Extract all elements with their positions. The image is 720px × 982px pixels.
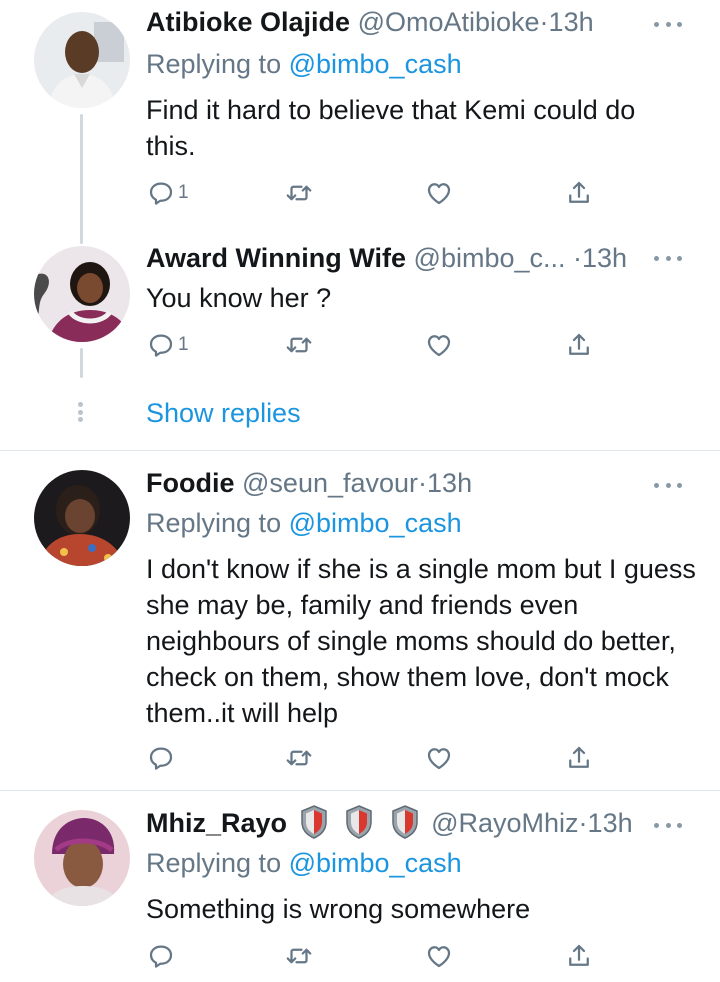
mention-link[interactable]: @bimbo_cash — [289, 848, 462, 878]
tweet-text: I don't know if she is a single mom but … — [146, 554, 696, 728]
more-dots-icon[interactable] — [652, 475, 684, 495]
replying-prefix: Replying to — [146, 848, 282, 878]
reply-button[interactable]: 1 — [146, 328, 189, 362]
user-handle[interactable]: @seun_favour — [242, 468, 418, 498]
share-button[interactable] — [564, 176, 594, 210]
avatar[interactable] — [34, 246, 130, 342]
tweet-actions — [146, 741, 606, 775]
more-dots-icon[interactable] — [652, 14, 684, 34]
tweet[interactable]: Mhiz_Rayo @RayoMhiz·13h Replying to @bim… — [0, 791, 720, 982]
user-handle[interactable]: @RayoMhiz — [431, 808, 578, 838]
display-name[interactable]: Foodie — [146, 468, 235, 498]
tweet-text: Something is wrong somewhere — [146, 894, 531, 924]
retweet-button[interactable] — [284, 939, 314, 973]
avatar-image — [34, 810, 130, 906]
heart-icon — [427, 335, 451, 357]
timestamp[interactable]: 13h — [427, 468, 472, 498]
tweet-header: Mhiz_Rayo @RayoMhiz·13h — [146, 805, 660, 841]
show-replies-link[interactable]: Show replies — [146, 396, 301, 430]
heart-icon — [427, 183, 451, 205]
share-button[interactable] — [564, 741, 594, 775]
mention-link[interactable]: @bimbo_cash — [289, 49, 462, 79]
reply-button[interactable] — [146, 939, 178, 973]
thread-gap-dots — [78, 402, 84, 422]
replying-to: Replying to @bimbo_cash — [146, 46, 462, 82]
share-button[interactable] — [564, 939, 594, 973]
display-name[interactable]: Mhiz_Rayo — [146, 808, 287, 838]
share-icon — [569, 181, 589, 203]
separator-dot: · — [539, 7, 549, 37]
more-dots-icon[interactable] — [652, 815, 684, 835]
like-button[interactable] — [424, 328, 454, 362]
shield-icon — [300, 805, 327, 839]
replying-prefix: Replying to — [146, 49, 282, 79]
tweet-header: Award Winning Wife @bimbo_c... ·13h — [146, 240, 630, 276]
reply-count: 1 — [178, 182, 189, 203]
separator-dot: · — [578, 808, 588, 838]
like-button[interactable] — [424, 741, 454, 775]
replying-to: Replying to @bimbo_cash — [146, 505, 462, 541]
reply-button[interactable] — [146, 741, 178, 775]
tweet[interactable]: Atibioke Olajide @OmoAtibioke·13h Replyi… — [0, 0, 720, 244]
replying-prefix: Replying to — [146, 508, 282, 538]
tweet-actions: 1 — [146, 328, 606, 362]
avatar-image — [34, 246, 130, 342]
speech-bubble-icon — [149, 182, 173, 205]
replying-to: Replying to @bimbo_cash — [146, 845, 462, 881]
like-button[interactable] — [424, 176, 454, 210]
display-name[interactable]: Atibioke Olajide — [146, 7, 350, 37]
shield-icon — [346, 805, 372, 839]
tweet-text: You know her ? — [146, 283, 332, 313]
speech-bubble-icon — [149, 334, 173, 357]
avatar[interactable] — [34, 12, 130, 108]
avatar[interactable] — [34, 810, 130, 906]
speech-bubble-icon — [149, 747, 173, 770]
tweet-header: Atibioke Olajide @OmoAtibioke·13h — [146, 4, 630, 40]
retweet-icon — [286, 337, 312, 353]
share-icon — [569, 746, 589, 768]
tweet-actions: 1 — [146, 176, 606, 210]
avatar-image — [34, 12, 130, 108]
separator-dot: · — [418, 468, 428, 498]
reply-button[interactable]: 1 — [146, 176, 189, 210]
timestamp[interactable]: 13h — [588, 808, 633, 838]
share-icon — [569, 944, 589, 966]
thread-line — [80, 114, 83, 244]
avatar[interactable] — [34, 470, 130, 566]
user-handle[interactable]: @OmoAtibioke — [358, 7, 540, 37]
mention-link[interactable]: @bimbo_cash — [289, 508, 462, 538]
tweet[interactable]: Foodie @seun_favour·13h Replying to @bim… — [0, 451, 720, 790]
retweet-icon — [286, 185, 312, 201]
avatar-image — [34, 470, 130, 566]
share-button[interactable] — [564, 328, 594, 362]
more-dots-icon[interactable] — [652, 248, 684, 268]
timestamp[interactable]: 13h — [582, 243, 627, 273]
retweet-icon — [286, 750, 312, 766]
display-name[interactable]: Award Winning Wife — [146, 243, 406, 273]
heart-icon — [427, 748, 451, 770]
retweet-button[interactable] — [284, 176, 314, 210]
share-icon — [569, 333, 589, 355]
reply-count: 1 — [178, 334, 189, 355]
shield-icon — [391, 805, 418, 839]
retweet-button[interactable] — [284, 741, 314, 775]
retweet-button[interactable] — [284, 328, 314, 362]
speech-bubble-icon — [149, 945, 173, 968]
timestamp[interactable]: 13h — [549, 7, 594, 37]
separator-dot: · — [573, 243, 583, 273]
retweet-icon — [286, 948, 312, 964]
tweet-header: Foodie @seun_favour·13h — [146, 465, 630, 501]
thread-line — [80, 348, 83, 378]
user-handle[interactable]: @bimbo_c... — [414, 243, 566, 273]
tweet-text: Find it hard to believe that Kemi could … — [146, 95, 636, 161]
like-button[interactable] — [424, 939, 454, 973]
heart-icon — [427, 946, 451, 968]
tweet-actions — [146, 939, 606, 973]
tweet[interactable]: Award Winning Wife @bimbo_c... ·13h You … — [0, 240, 720, 450]
